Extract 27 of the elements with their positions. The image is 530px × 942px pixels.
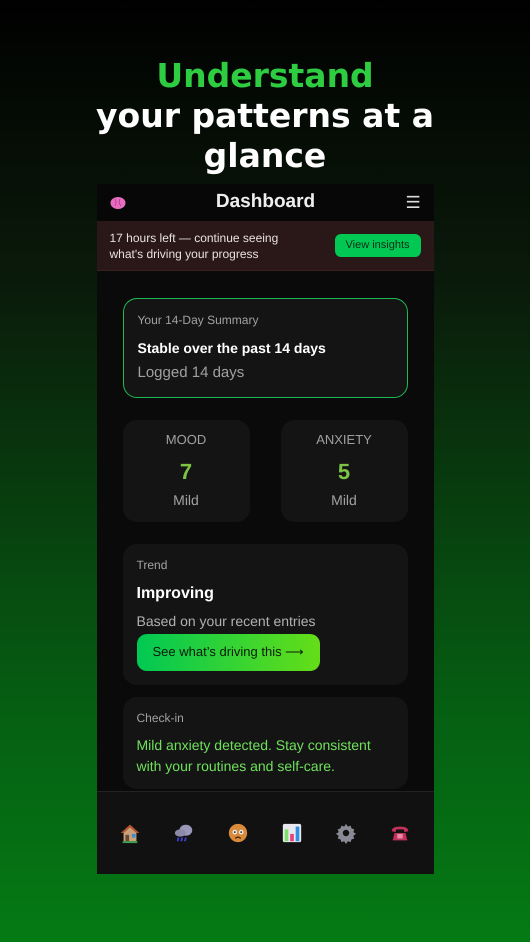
worried-face-icon[interactable]: [226, 822, 249, 844]
trend-label: Trend: [136, 556, 168, 574]
headline-accent: Understand: [155, 56, 375, 96]
view-insights-button[interactable]: View insights: [334, 234, 420, 257]
settings-icon[interactable]: [335, 822, 358, 844]
menu-button[interactable]: ☰: [406, 190, 420, 216]
banner-text: 17 hours left — continue seeing what's driving your progress: [110, 230, 280, 262]
brain-icon: [110, 196, 126, 210]
summary-label: Your 14-Day Summary: [138, 312, 260, 329]
checkin-text: Mild anxiety detected. Stay consistent with your routines and self-care.: [136, 736, 372, 776]
checkin-label: Check-in: [136, 710, 185, 726]
trend-text: Based on your recent entries: [136, 612, 316, 631]
rain-cloud-icon[interactable]: [172, 822, 195, 844]
summary-title: Stable over the past 14 days: [138, 339, 327, 358]
headline: your patterns at a glance: [95, 96, 435, 176]
stat-value: 5: [338, 458, 350, 486]
bar-chart-icon[interactable]: [281, 822, 304, 844]
trend-title: Improving: [136, 584, 214, 604]
house-icon[interactable]: [118, 822, 141, 844]
stat-label: ANXIETY: [316, 430, 372, 449]
stat-label: MOOD: [166, 430, 206, 449]
summary-subtitle: Logged 14 days: [138, 363, 246, 383]
stat-caption: Mild: [173, 491, 199, 510]
header-title: Dashboard: [216, 190, 316, 214]
stat-caption: Mild: [331, 491, 357, 510]
stat-value: 7: [180, 458, 192, 486]
see-drivers-button[interactable]: See what’s driving this ⟶: [136, 634, 320, 670]
